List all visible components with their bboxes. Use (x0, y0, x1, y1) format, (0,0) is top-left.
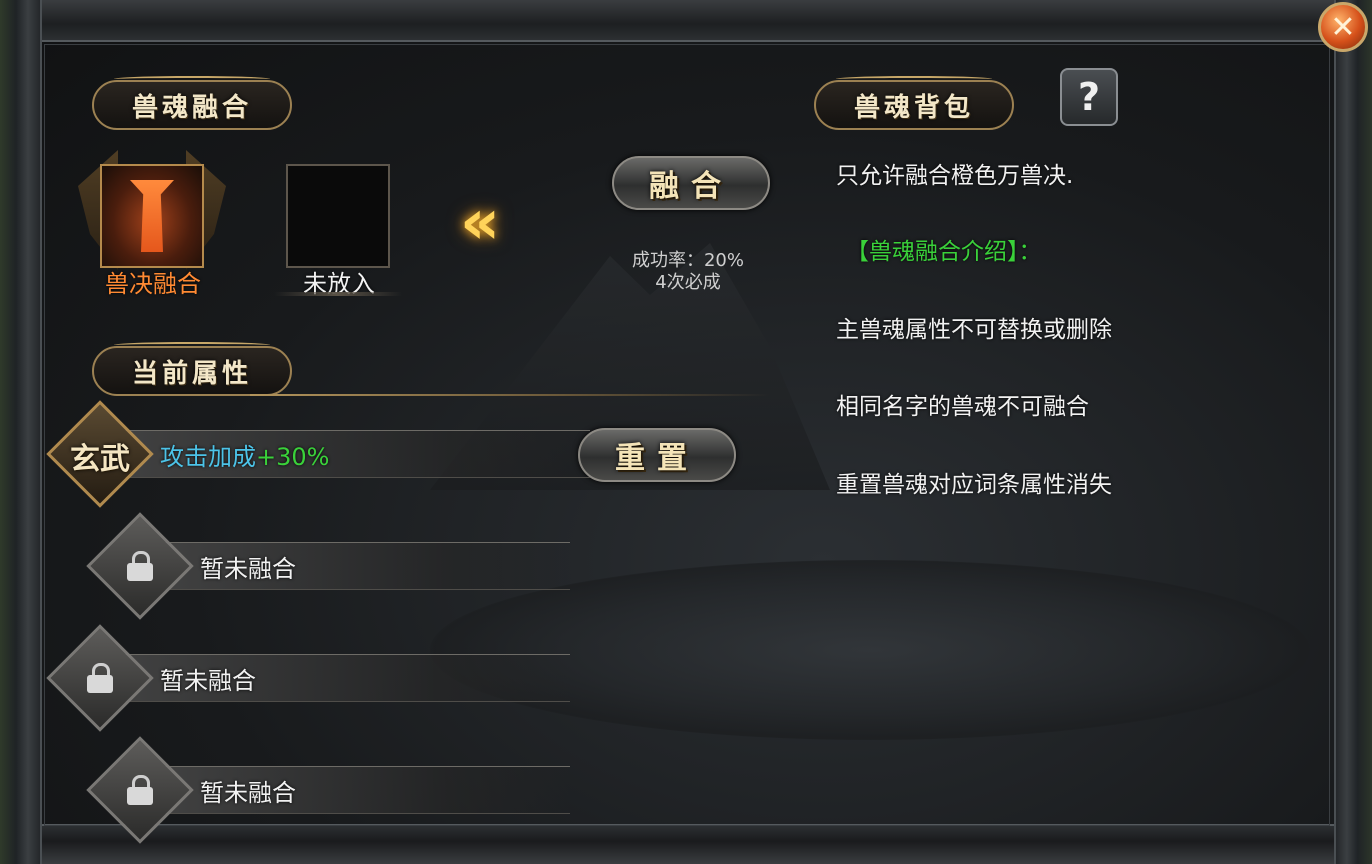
help-button[interactable]: ? (1060, 68, 1118, 126)
attributes-divider (250, 394, 770, 396)
info-line: 重置兽魂对应词条属性消失 (836, 472, 1112, 498)
attribute-value: +30% (256, 443, 330, 471)
lock-icon (127, 775, 153, 805)
frame-left (0, 0, 42, 864)
frame-bottom (0, 824, 1372, 864)
info-line: 相同名字的兽魂不可融合 (836, 394, 1089, 420)
info-heading: 【兽魂融合介绍】： (846, 239, 1042, 265)
secondary-beast-slot[interactable] (286, 164, 390, 268)
attribute-name: 攻击加成 (160, 443, 256, 471)
lock-icon (87, 663, 113, 693)
primary-slot-label: 兽决融合 (105, 270, 201, 298)
fusion-title: 兽魂融合 (92, 76, 292, 130)
attributes-title: 当前属性 (92, 342, 292, 396)
info-line: 主兽魂属性不可替换或删除 (836, 317, 1112, 343)
slot-base-line (274, 292, 402, 296)
locked-row-text: 暂未融合 (200, 779, 296, 807)
success-rate-info: 成功率：20% 4次必成 (598, 250, 778, 294)
fuse-button[interactable]: 融合 (612, 156, 770, 210)
question-icon: ? (1077, 75, 1101, 119)
close-icon: ✕ (1330, 9, 1356, 45)
lock-icon (127, 551, 153, 581)
info-line: 只允许融合橙色万兽决. (836, 163, 1074, 189)
bag-title: 兽魂背包 (814, 76, 1014, 130)
attribute-badge-label: 玄武 (70, 442, 130, 477)
close-button[interactable]: ✕ (1318, 2, 1368, 52)
locked-row-text: 暂未融合 (160, 667, 256, 695)
attribute-value-text: 攻击加成+30% (160, 437, 329, 472)
double-chevron-left-icon: « (460, 185, 501, 258)
locked-row-text: 暂未融合 (200, 555, 296, 583)
frame-right (1334, 0, 1372, 864)
attempts-text: 4次必成 (655, 272, 721, 293)
reset-button[interactable]: 重置 (578, 428, 736, 482)
frame-top (0, 0, 1372, 42)
success-rate: 成功率：20% (631, 250, 744, 271)
